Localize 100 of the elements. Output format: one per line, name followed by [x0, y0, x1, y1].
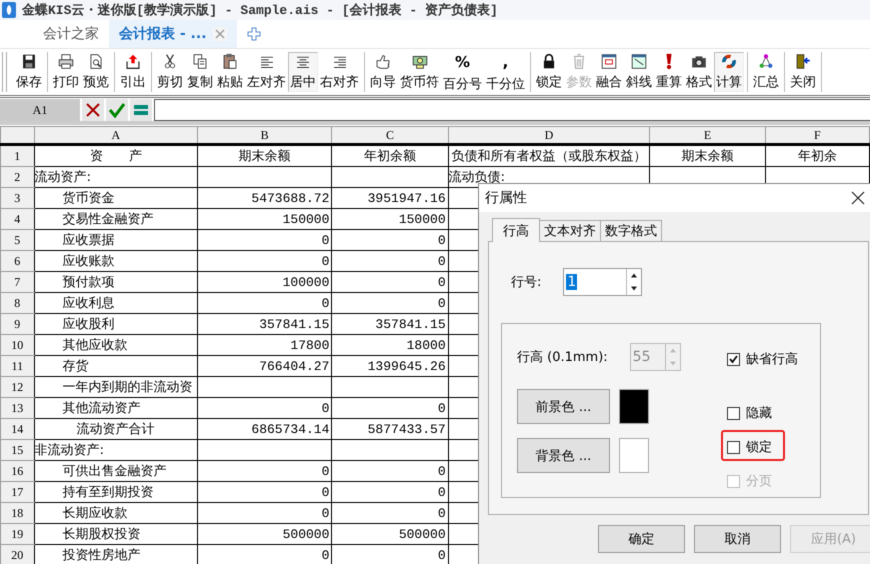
color-button[interactable]: 背景色 ...: [517, 438, 610, 473]
confirm-button[interactable]: [106, 99, 128, 121]
table-cell: 0: [332, 230, 448, 250]
table-cell: 0: [332, 502, 448, 524]
row-number[interactable]: 18: [0, 502, 34, 524]
toolbar-button[interactable]: 向导: [368, 52, 398, 92]
row-number[interactable]: 19: [0, 524, 34, 544]
table-cell: 期末余额: [197, 144, 332, 166]
ring-icon: [719, 53, 739, 70]
toolbar-button[interactable]: 左对齐: [245, 52, 288, 92]
column-header[interactable]: D: [448, 126, 650, 144]
row-number[interactable]: 13: [0, 398, 34, 418]
table-cell: 预付款项: [34, 272, 198, 292]
toolbar-button[interactable]: 粘贴: [215, 52, 245, 92]
row-number[interactable]: 16: [0, 460, 34, 482]
table-cell: 18000: [332, 334, 448, 356]
row-number[interactable]: 4: [0, 208, 34, 230]
color-swatch[interactable]: [619, 438, 649, 473]
table-cell: 资 产: [34, 144, 198, 166]
row-number-field[interactable]: 1: [563, 268, 642, 296]
table-cell: 500000: [197, 524, 332, 544]
table-cell: 1399645.26: [332, 356, 448, 376]
toolbar-button[interactable]: 关闭: [788, 52, 818, 92]
color-swatch[interactable]: [619, 389, 649, 424]
table-cell: 存货: [34, 356, 198, 376]
dialog-title: 行属性: [485, 189, 527, 207]
row-number[interactable]: 6: [0, 250, 34, 272]
table-cell: 持有至到期投资: [34, 482, 198, 502]
check-icon: [108, 101, 126, 119]
row-number[interactable]: 7: [0, 272, 34, 292]
formula-input-field[interactable]: [154, 99, 870, 121]
column-header[interactable]: B: [197, 126, 332, 144]
toolbar-button[interactable]: 锁定: [534, 52, 564, 92]
toolbar-button[interactable]: 斜线: [624, 52, 654, 92]
toolbar-button[interactable]: 货币符: [398, 52, 441, 92]
dialog-button[interactable]: 取消: [694, 525, 781, 553]
toolbar-button[interactable]: 打印: [51, 52, 81, 92]
color-button[interactable]: 前景色 ...: [517, 389, 610, 424]
toolbar-button[interactable]: 融合: [594, 52, 624, 92]
toolbar-button[interactable]: , 千分位: [484, 52, 527, 92]
column-header[interactable]: A: [34, 126, 198, 144]
toolbar-button[interactable]: 汇总: [751, 52, 781, 92]
table-cell: 17800: [197, 334, 332, 356]
row-number[interactable]: 3: [0, 188, 34, 208]
row-number[interactable]: 20: [0, 544, 34, 564]
row-number[interactable]: 14: [0, 418, 34, 440]
row-number[interactable]: 5: [0, 230, 34, 250]
toolbar-button[interactable]: 右对齐: [318, 52, 361, 92]
window-icon: [599, 53, 619, 70]
toolbar-button[interactable]: 格式: [684, 52, 714, 92]
row-number[interactable]: 2: [0, 166, 34, 188]
dialog-button[interactable]: 确定: [598, 525, 685, 553]
table-cell: 0: [332, 460, 448, 482]
row-number-label: 行号:: [511, 274, 542, 291]
table-cell: 年初余额: [332, 144, 448, 166]
add-tab-icon[interactable]: [246, 27, 261, 41]
column-header[interactable]: E: [650, 126, 766, 144]
cross-icon: [84, 101, 102, 119]
document-tab[interactable]: 会计报表 - ...: [109, 20, 237, 48]
toolbar-button[interactable]: 引出: [118, 52, 148, 92]
table-cell: 负债和所有者权益（或股东权益）: [448, 144, 650, 166]
table-cell: 期末余额: [650, 144, 766, 166]
row-number[interactable]: 10: [0, 334, 34, 356]
cell-reference: A1: [0, 99, 80, 121]
row-number[interactable]: 9: [0, 314, 34, 334]
cancel-button[interactable]: [82, 99, 104, 121]
toolbar-button[interactable]: 剪切: [155, 52, 185, 92]
dialog-tab[interactable]: 数字格式: [600, 220, 662, 241]
toolbar-button[interactable]: 预览: [81, 52, 111, 92]
row-number[interactable]: 17: [0, 482, 34, 502]
row-number[interactable]: 1: [0, 144, 34, 166]
window-diagonal-icon: [629, 53, 649, 70]
table-cell: 0: [332, 292, 448, 314]
column-header[interactable]: C: [332, 126, 448, 144]
checkbox-label: 缺省行高: [746, 351, 798, 368]
toolbar-button[interactable]: 复制: [185, 52, 215, 92]
close-icon[interactable]: [851, 191, 865, 205]
dialog-tab[interactable]: 行高: [492, 218, 540, 242]
row-number[interactable]: 11: [0, 356, 34, 376]
checkbox[interactable]: [727, 352, 740, 366]
table-cell: 0: [332, 398, 448, 418]
toolbar-button[interactable]: 居中: [288, 52, 318, 92]
toolbar-button[interactable]: 计算: [714, 52, 744, 92]
row-number[interactable]: 8: [0, 292, 34, 314]
document-tab[interactable]: 会计之家: [33, 20, 109, 48]
toolbar-button[interactable]: 重算: [654, 52, 684, 92]
table-cell: 357841.15: [197, 314, 332, 334]
checkbox-label: 分页: [746, 473, 772, 490]
table-cell: 应收账款: [34, 250, 198, 272]
table-cell: 500000: [332, 524, 448, 544]
printer-icon: [56, 53, 76, 70]
row-number[interactable]: 15: [0, 440, 34, 460]
row-number[interactable]: 12: [0, 376, 34, 398]
column-header[interactable]: F: [765, 126, 870, 144]
checkbox[interactable]: [727, 440, 740, 454]
checkbox[interactable]: [727, 406, 740, 420]
formula-button[interactable]: [130, 99, 152, 121]
table-cell: 应收利息: [34, 292, 198, 314]
toolbar-button[interactable]: % 百分号: [441, 52, 484, 92]
toolbar-button[interactable]: 保存: [14, 52, 44, 92]
